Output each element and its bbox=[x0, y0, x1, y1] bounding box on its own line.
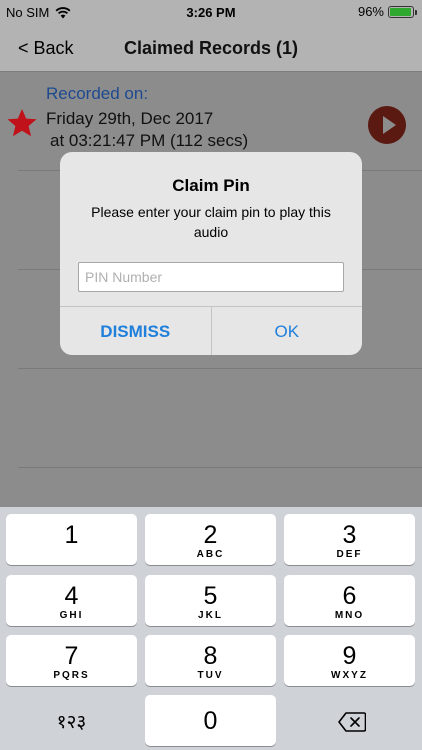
key-number: 3 bbox=[342, 521, 357, 549]
key-number: 7 bbox=[64, 642, 79, 670]
dialog-title: Claim Pin bbox=[172, 176, 250, 195]
pin-input[interactable] bbox=[78, 262, 344, 292]
key-number: 5 bbox=[203, 582, 218, 610]
key-number: 4 bbox=[64, 582, 79, 610]
key-2[interactable]: 2 ABC bbox=[145, 514, 276, 565]
dialog-message: Please enter your claim pin to play this… bbox=[91, 204, 331, 240]
key-8[interactable]: 8 TUV bbox=[145, 635, 276, 686]
record-time: at 03:21:47 PM (112 secs) bbox=[50, 131, 249, 150]
key-number: 1 bbox=[64, 521, 79, 549]
dismiss-button[interactable]: DISMISS bbox=[60, 307, 212, 355]
key-number: 8 bbox=[203, 642, 218, 670]
key-letters: MNO bbox=[334, 610, 365, 621]
key-number: 9 bbox=[342, 642, 357, 670]
key-letters: PQRS bbox=[53, 670, 90, 681]
dialog-buttons: DISMISS OK bbox=[60, 306, 362, 355]
key-number: 6 bbox=[342, 582, 357, 610]
ok-button[interactable]: OK bbox=[212, 307, 363, 355]
delete-icon[interactable] bbox=[338, 712, 366, 732]
key-letters: ABC bbox=[196, 549, 225, 560]
key-0[interactable]: 0 bbox=[145, 695, 276, 746]
key-numeral-switch[interactable]: १२३ bbox=[6, 695, 137, 746]
play-icon[interactable] bbox=[368, 106, 406, 144]
claim-pin-dialog: Claim Pin Please enter your claim pin to… bbox=[60, 152, 362, 355]
key-7[interactable]: 7 PQRS bbox=[6, 635, 137, 686]
recorded-label: Recorded on: bbox=[46, 84, 149, 103]
record-date: Friday 29th, Dec 2017 bbox=[46, 109, 214, 128]
key-number: 2 bbox=[203, 521, 218, 549]
key-number: 0 bbox=[203, 707, 218, 735]
key-letters: GHI bbox=[59, 610, 84, 621]
key-letters: DEF bbox=[336, 549, 363, 560]
key-4[interactable]: 4 GHI bbox=[6, 575, 137, 626]
key-6[interactable]: 6 MNO bbox=[284, 575, 415, 626]
status-right: 96% bbox=[357, 4, 417, 19]
battery-fill bbox=[390, 7, 412, 16]
divider bbox=[18, 467, 422, 468]
status-bar: No SIM 3:26 PM 96% bbox=[0, 0, 422, 24]
battery-percent: 96% bbox=[357, 4, 384, 19]
key-1[interactable]: 1 bbox=[6, 514, 137, 565]
divider bbox=[18, 368, 422, 369]
key-letters: TUV bbox=[197, 670, 224, 681]
key-9[interactable]: 9 WXYZ bbox=[284, 635, 415, 686]
key-letters: WXYZ bbox=[331, 670, 368, 681]
star-icon bbox=[7, 109, 37, 137]
nav-bar: < Back Claimed Records (1) bbox=[0, 24, 422, 72]
numeric-keypad: 1 2 ABC 3 DEF 4 GHI 5 JKL 6 MNO 7 PQRS 8… bbox=[0, 507, 422, 750]
battery-icon bbox=[388, 5, 417, 18]
key-letters: JKL bbox=[198, 610, 223, 621]
key-5[interactable]: 5 JKL bbox=[145, 575, 276, 626]
key-number: १२३ bbox=[56, 712, 87, 733]
key-3[interactable]: 3 DEF bbox=[284, 514, 415, 565]
page-title: Claimed Records (1) bbox=[123, 38, 299, 58]
